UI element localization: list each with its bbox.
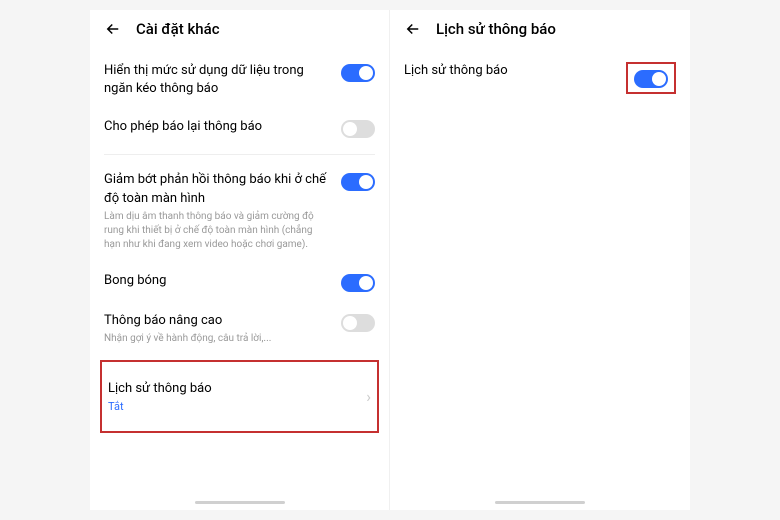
setting-label: Giảm bớt phản hồi thông báo khi ở chế độ…: [104, 171, 329, 207]
screen-notification-history: Lịch sử thông báo Lịch sử thông báo: [390, 10, 690, 510]
highlight-annotation: Lịch sử thông báo Tắt ›: [100, 360, 379, 433]
nav-bar-indicator: [495, 501, 585, 504]
toggle-fullscreen[interactable]: [341, 173, 375, 191]
page-title: Cài đặt khác: [136, 20, 220, 38]
setting-fullscreen: Giảm bớt phản hồi thông báo khi ở chế độ…: [104, 161, 375, 261]
header: Cài đặt khác: [90, 10, 389, 52]
page-title: Lịch sử thông báo: [436, 20, 556, 38]
setting-label: Lịch sử thông báo: [404, 62, 614, 80]
setting-label: Cho phép báo lại thông báo: [104, 118, 329, 136]
back-arrow-icon[interactable]: [404, 20, 422, 38]
header: Lịch sử thông báo: [390, 10, 690, 52]
setting-label: Hiển thị mức sử dụng dữ liệu trong ngăn …: [104, 62, 329, 98]
setting-notification-history: Lịch sử thông báo: [404, 52, 676, 104]
nav-notification-history[interactable]: Lịch sử thông báo Tắt ›: [106, 370, 373, 423]
divider: [104, 154, 375, 155]
highlight-annotation: [626, 62, 676, 94]
setting-label: Bong bóng: [104, 272, 329, 290]
back-arrow-icon[interactable]: [104, 20, 122, 38]
nav-bar-indicator: [195, 501, 285, 504]
setting-allow-snooze: Cho phép báo lại thông báo: [104, 108, 375, 148]
toggle-data-usage[interactable]: [341, 64, 375, 82]
toggle-notification-history[interactable]: [634, 70, 668, 88]
setting-data-usage: Hiển thị mức sử dụng dữ liệu trong ngăn …: [104, 52, 375, 108]
setting-label: Lịch sử thông báo: [108, 380, 366, 398]
setting-label: Thông báo nâng cao: [104, 312, 329, 330]
screen-other-settings: Cài đặt khác Hiển thị mức sử dụng dữ liệ…: [90, 10, 390, 510]
setting-advanced: Thông báo nâng cao Nhận gợi ý về hành độ…: [104, 302, 375, 356]
setting-desc: Làm dịu âm thanh thông báo và giảm cường…: [104, 210, 329, 252]
toggle-allow-snooze[interactable]: [341, 120, 375, 138]
setting-desc: Nhận gợi ý về hành động, câu trả lời,...: [104, 332, 329, 346]
setting-bubbles: Bong bóng: [104, 262, 375, 302]
toggle-advanced[interactable]: [341, 314, 375, 332]
toggle-bubbles[interactable]: [341, 274, 375, 292]
setting-status: Tắt: [108, 400, 366, 413]
chevron-right-icon: ›: [366, 387, 371, 406]
